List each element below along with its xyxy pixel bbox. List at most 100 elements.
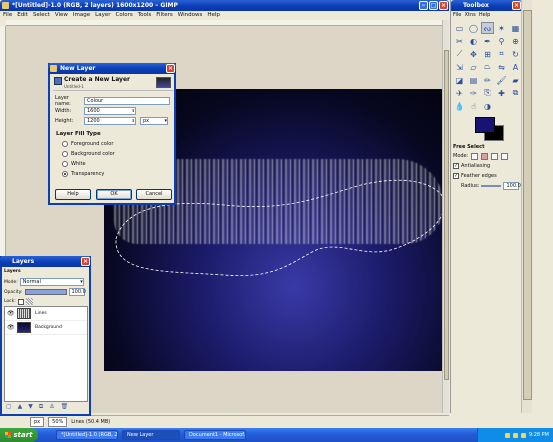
- smudge-icon[interactable]: ☝: [467, 100, 480, 112]
- mode-add-button[interactable]: [481, 152, 489, 160]
- opacity-slider[interactable]: [24, 289, 67, 295]
- menu-view[interactable]: View: [55, 11, 68, 20]
- tray-icon[interactable]: [512, 432, 518, 438]
- cancel-button[interactable]: Cancel: [136, 189, 172, 200]
- dodge-burn-icon[interactable]: ◑: [481, 100, 494, 112]
- layers-tab[interactable]: Layers: [4, 269, 21, 274]
- foreground-color-swatch[interactable]: [475, 117, 495, 133]
- crop-icon[interactable]: ⌗: [495, 48, 508, 60]
- help-button[interactable]: Help: [55, 189, 91, 200]
- menu-windows[interactable]: Windows: [178, 11, 203, 20]
- raise-layer-icon[interactable]: ▲: [18, 403, 23, 411]
- airbrush-icon[interactable]: ✈: [453, 87, 466, 99]
- menu-edit[interactable]: Edit: [17, 11, 28, 20]
- color-swatches[interactable]: [475, 117, 505, 142]
- antialiasing-checkbox[interactable]: ✓: [453, 163, 459, 169]
- layer-name-input[interactable]: Colour: [84, 97, 170, 105]
- radius-input[interactable]: 100.0: [503, 182, 521, 190]
- toolbox-menu-xtns[interactable]: Xtns: [465, 12, 476, 18]
- toolbox-close-button[interactable]: ×: [512, 1, 521, 10]
- layer-mode-select[interactable]: Normal ▾: [19, 278, 84, 286]
- free-select-icon[interactable]: ᔓ: [481, 22, 494, 34]
- minimize-button[interactable]: –: [419, 1, 428, 10]
- mode-intersect-button[interactable]: [501, 152, 509, 160]
- zoom-selector[interactable]: 50%: [48, 416, 68, 427]
- taskbar-item-gimp-image[interactable]: *[Untitled]-1.0 (RGB, 2...: [56, 430, 118, 440]
- radius-slider[interactable]: [481, 185, 502, 187]
- align-icon[interactable]: ⊞: [481, 48, 494, 60]
- width-spinner-icon[interactable]: ⬍: [132, 108, 135, 114]
- opacity-input[interactable]: 100.0: [68, 288, 86, 296]
- delete-layer-icon[interactable]: 🗑: [61, 403, 69, 411]
- paths-icon[interactable]: ✒: [481, 35, 494, 47]
- height-input[interactable]: 1200 ⬍: [84, 117, 136, 125]
- taskbar-item-new-layer[interactable]: New Layer: [122, 430, 180, 440]
- new-layer-icon[interactable]: ▢: [6, 403, 12, 411]
- clone-icon[interactable]: ⎘: [481, 87, 494, 99]
- toolbox-menu-file[interactable]: File: [453, 12, 461, 18]
- ok-button[interactable]: OK: [96, 189, 132, 200]
- menu-help[interactable]: Help: [207, 11, 220, 20]
- layer-row[interactable]: 👁 Background: [5, 321, 87, 335]
- dialog-close-button[interactable]: ×: [166, 64, 175, 73]
- start-button[interactable]: start: [0, 428, 38, 442]
- taskbar-item-document[interactable]: Document1 - Microsof...: [184, 430, 246, 440]
- layers-titlebar[interactable]: Layers ×: [0, 256, 91, 267]
- toolbox-scroll-thumb[interactable]: [523, 10, 532, 400]
- lower-layer-icon[interactable]: ▼: [28, 403, 33, 411]
- menu-image[interactable]: Image: [73, 11, 90, 20]
- radio-foreground[interactable]: [62, 141, 68, 147]
- bucket-fill-icon[interactable]: ◪: [453, 74, 466, 86]
- color-picker-icon[interactable]: ⚲: [495, 35, 508, 47]
- fill-option-foreground[interactable]: Foreground color: [62, 141, 113, 147]
- unit-select[interactable]: px ▾: [140, 117, 168, 125]
- menu-colors[interactable]: Colors: [115, 11, 132, 20]
- pencil-icon[interactable]: ✏: [481, 74, 494, 86]
- feather-checkbox[interactable]: ✓: [453, 173, 459, 179]
- menu-tools[interactable]: Tools: [138, 11, 152, 20]
- duplicate-layer-icon[interactable]: ⧉: [39, 403, 43, 411]
- ellipse-select-icon[interactable]: ◯: [467, 22, 480, 34]
- radio-transparency[interactable]: [62, 171, 68, 177]
- ink-icon[interactable]: ✑: [467, 87, 480, 99]
- image-window-titlebar[interactable]: *[Untitled]-1.0 (RGB, 2 layers) 1600x120…: [0, 0, 449, 11]
- antialiasing-row[interactable]: ✓ Antialiasing: [453, 161, 520, 171]
- height-spinner-icon[interactable]: ⬍: [132, 118, 135, 124]
- toolbox-menu-help[interactable]: Help: [479, 12, 490, 18]
- close-button[interactable]: ×: [439, 1, 448, 10]
- menu-filters[interactable]: Filters: [156, 11, 173, 20]
- anchor-layer-icon[interactable]: ⚓: [49, 403, 54, 411]
- radio-white[interactable]: [62, 161, 68, 167]
- fill-option-white[interactable]: White: [62, 161, 86, 167]
- feather-row[interactable]: ✓ Feather edges: [453, 171, 520, 181]
- flip-icon[interactable]: ⇋: [495, 61, 508, 73]
- width-input[interactable]: 1600 ⬍: [84, 107, 136, 115]
- layer-row[interactable]: 👁 Lines: [5, 307, 87, 321]
- mode-subtract-button[interactable]: [491, 152, 499, 160]
- menu-select[interactable]: Select: [33, 11, 50, 20]
- rect-select-icon[interactable]: ▭: [453, 22, 466, 34]
- blend-icon[interactable]: ▤: [467, 74, 480, 86]
- menu-file[interactable]: File: [3, 11, 12, 20]
- menu-layer[interactable]: Layer: [95, 11, 110, 20]
- tray-icon[interactable]: [504, 432, 510, 438]
- perspective-icon[interactable]: ⏢: [481, 61, 494, 73]
- fuzzy-select-icon[interactable]: ✶: [495, 22, 508, 34]
- heal-icon[interactable]: ✚: [495, 87, 508, 99]
- eye-icon[interactable]: 👁: [7, 324, 15, 331]
- tray-icon[interactable]: [520, 432, 526, 438]
- canvas-vertical-scrollbar[interactable]: [442, 20, 449, 413]
- fill-option-background[interactable]: Background color: [62, 151, 115, 157]
- fill-option-transparency[interactable]: Transparency: [62, 171, 104, 177]
- scissors-icon[interactable]: ✂: [453, 35, 466, 47]
- maximize-button[interactable]: □: [429, 1, 438, 10]
- move-icon[interactable]: ✥: [467, 48, 480, 60]
- lock-alpha-checkbox[interactable]: [17, 298, 24, 305]
- radio-background[interactable]: [62, 151, 68, 157]
- layers-close-button[interactable]: ×: [81, 257, 90, 266]
- mode-replace-button[interactable]: [471, 152, 479, 160]
- measure-icon[interactable]: ⟋: [453, 48, 466, 60]
- scroll-thumb[interactable]: [444, 50, 449, 380]
- dialog-titlebar[interactable]: New Layer ×: [48, 63, 176, 74]
- foreground-select-icon[interactable]: ◐: [467, 35, 480, 47]
